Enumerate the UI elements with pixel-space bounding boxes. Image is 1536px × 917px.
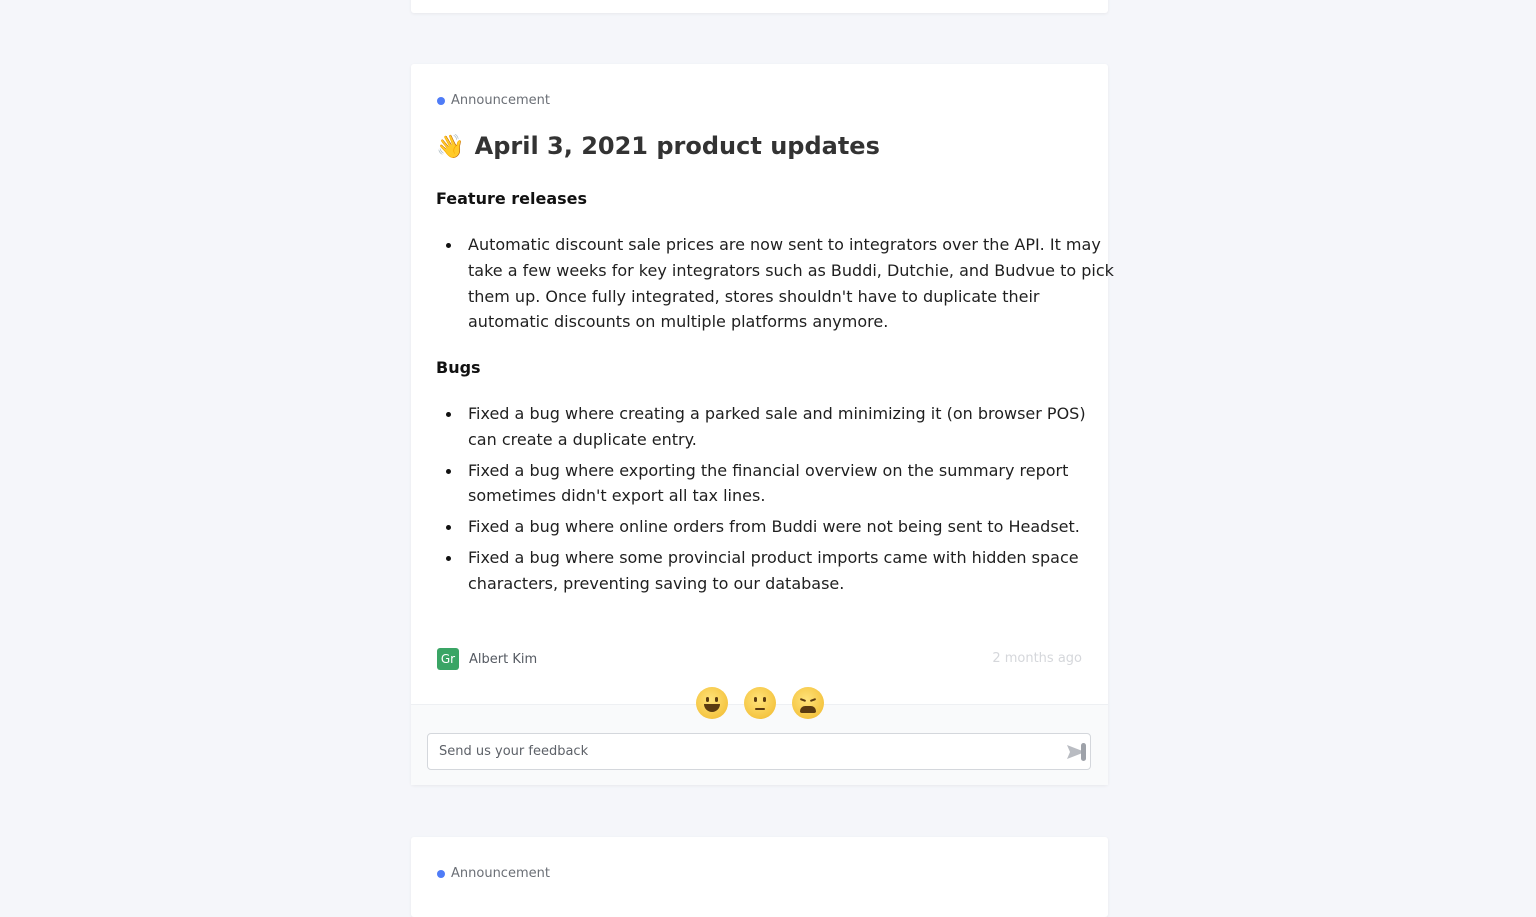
post-title: 👋 April 3, 2021 product updates — [436, 132, 880, 160]
list-item: Fixed a bug where creating a parked sale… — [446, 401, 1118, 453]
list-item: Fixed a bug where some provincial produc… — [446, 545, 1118, 597]
weary-face-icon[interactable] — [791, 687, 824, 719]
list-item: Fixed a bug where exporting the financia… — [446, 458, 1118, 510]
category-label: Announcement — [451, 93, 550, 108]
reaction-bar — [411, 687, 1108, 719]
next-post-card: Announcement — [411, 837, 1108, 917]
feature-list: Automatic discount sale prices are now s… — [436, 232, 1118, 340]
bug-list: Fixed a bug where creating a parked sale… — [436, 401, 1118, 602]
category-label: Announcement — [451, 866, 550, 881]
section-heading-bugs: Bugs — [436, 358, 481, 377]
category-tag[interactable]: Announcement — [437, 93, 550, 108]
announcement-card: Announcement 👋 April 3, 2021 product upd… — [411, 64, 1114, 785]
category-dot-icon — [437, 96, 445, 105]
category-tag[interactable]: Announcement — [437, 866, 550, 881]
section-heading-features: Feature releases — [436, 189, 588, 208]
avatar: Gr — [437, 648, 459, 670]
send-icon — [1067, 742, 1086, 761]
feedback-input[interactable] — [427, 733, 1091, 770]
post-timestamp: 2 months ago — [992, 651, 1082, 666]
author-name: Albert Kim — [469, 651, 538, 667]
waving-hand-icon: 👋 — [436, 133, 465, 160]
list-item: Automatic discount sale prices are now s… — [446, 232, 1118, 335]
grinning-face-icon[interactable] — [695, 687, 728, 719]
category-dot-icon — [437, 869, 445, 878]
author: Gr Albert Kim — [437, 648, 537, 670]
neutral-face-icon[interactable] — [743, 687, 776, 719]
post-title-text: April 3, 2021 product updates — [474, 132, 880, 160]
send-feedback-button[interactable] — [1063, 738, 1089, 765]
previous-post-card — [411, 0, 1108, 13]
list-item: Fixed a bug where online orders from Bud… — [446, 514, 1118, 540]
